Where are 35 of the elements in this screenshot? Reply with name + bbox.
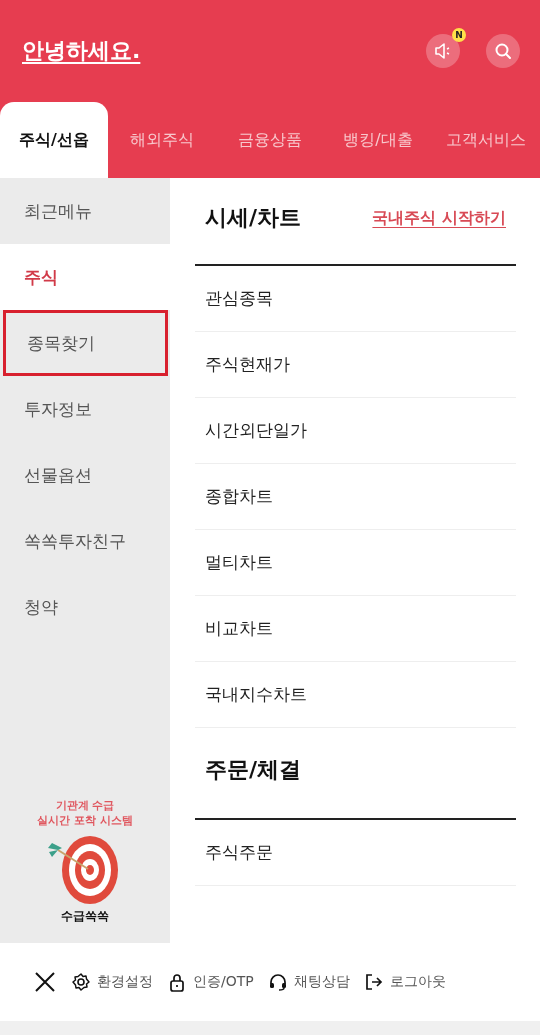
lock-icon <box>167 972 187 992</box>
logout-icon <box>363 972 384 992</box>
section-title: 주문/체결 <box>205 756 302 784</box>
headset-icon <box>267 972 288 992</box>
menu-item[interactable]: 주식현재가 <box>195 332 516 398</box>
promo-headline: 실시간 포착 시스템 <box>37 813 133 828</box>
footer-button[interactable]: 인증/OTP <box>162 972 259 992</box>
sidebar-item[interactable]: 청약 <box>0 574 170 640</box>
sidebar-item[interactable]: 투자정보 <box>0 376 170 442</box>
promo-headline: 기관계 수급 <box>55 798 115 813</box>
menu-item[interactable]: 종합차트 <box>195 464 516 530</box>
footer-button[interactable]: 채팅상담 <box>262 972 355 992</box>
new-badge: N <box>452 28 466 42</box>
menu-item[interactable]: 주식주문 <box>195 820 516 886</box>
sidebar-item[interactable]: 선물옵션 <box>0 442 170 508</box>
greeting-text: 안녕하세요. <box>22 37 141 65</box>
sidebar-item[interactable]: 쏙쏙투자친구 <box>0 508 170 574</box>
search-icon <box>493 41 513 61</box>
footer-button[interactable]: 환경설정 <box>66 972 158 992</box>
settings-icon <box>71 972 91 992</box>
menu-item[interactable]: 비교차트 <box>195 596 516 662</box>
promo-title: 수급쏙쏙 <box>61 908 109 925</box>
sidebar-item[interactable]: 종목찾기 <box>3 310 168 376</box>
menu-item[interactable]: 시간외단일가 <box>195 398 516 464</box>
close-icon <box>33 970 57 994</box>
category-tab[interactable]: 주식/선옵 <box>0 102 108 178</box>
sidebar-item[interactable]: 주식 <box>0 244 170 310</box>
start-link[interactable]: 국내주식 시작하기 <box>372 207 506 229</box>
section-title: 시세/차트 <box>205 204 302 232</box>
menu-item[interactable]: 멀티차트 <box>195 530 516 596</box>
menu-item[interactable]: 관심종목 <box>195 266 516 332</box>
menu-item[interactable]: 국내지수차트 <box>195 662 516 728</box>
sidebar-item[interactable]: 최근메뉴 <box>0 178 170 244</box>
footer-button[interactable]: 로그아웃 <box>358 972 451 992</box>
search-button[interactable] <box>486 34 520 68</box>
